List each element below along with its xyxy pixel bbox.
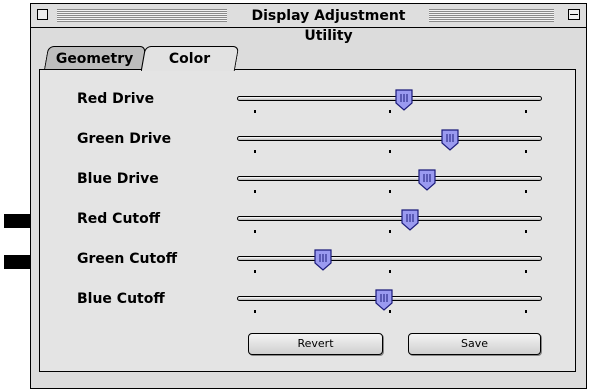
slider-track-green-drive[interactable] xyxy=(237,136,542,141)
slider-thumb-red-drive[interactable] xyxy=(395,89,413,111)
slider-tick-mark xyxy=(389,110,391,113)
revert-button[interactable]: Revert xyxy=(248,333,383,355)
slider-thumb-green-cutoff[interactable] xyxy=(314,249,333,271)
slider-track-blue-drive[interactable] xyxy=(237,176,542,181)
title-bar-stripes-right xyxy=(429,9,554,22)
slider-tick-mark xyxy=(254,110,256,113)
slider-tick-mark xyxy=(525,110,527,113)
window-title: Display Adjustment Utility xyxy=(231,6,426,44)
slider-tick-mark xyxy=(389,150,391,153)
tab-color-label: Color xyxy=(169,51,211,67)
slider-label-red-cutoff: Red Cutoff xyxy=(77,211,161,227)
slider-thumb-blue-cutoff[interactable] xyxy=(375,289,393,311)
slider-tick-mark xyxy=(525,270,527,273)
slider-track-green-cutoff[interactable] xyxy=(237,256,542,261)
slider-track-red-drive[interactable] xyxy=(237,96,542,101)
tab-color[interactable]: Color xyxy=(140,46,240,71)
slider-label-green-cutoff: Green Cutoff xyxy=(77,251,178,267)
slider-label-blue-drive: Blue Drive xyxy=(77,171,159,187)
collapse-box-icon[interactable] xyxy=(568,9,580,20)
slider-tick-mark xyxy=(525,190,527,193)
slider-tick-mark xyxy=(254,150,256,153)
slider-tick-mark xyxy=(254,190,256,193)
slider-tick-mark xyxy=(525,230,527,233)
tab-geometry-label: Geometry xyxy=(56,51,134,67)
title-bar[interactable]: Display Adjustment Utility xyxy=(31,4,586,44)
slider-label-red-drive: Red Drive xyxy=(77,91,155,107)
title-bar-stripes-left xyxy=(57,9,227,22)
slider-tick-mark xyxy=(389,270,391,273)
slider-tick-mark xyxy=(525,150,527,153)
slider-label-blue-cutoff: Blue Cutoff xyxy=(77,291,165,307)
close-box-icon[interactable] xyxy=(37,9,48,20)
slider-thumb-red-cutoff[interactable] xyxy=(400,209,419,231)
tab-geometry[interactable]: Geometry xyxy=(43,46,147,70)
slider-tick-mark xyxy=(525,310,527,313)
slider-tick-mark xyxy=(389,230,391,233)
slider-tick-mark xyxy=(254,270,256,273)
save-button[interactable]: Save xyxy=(408,333,541,355)
slider-label-green-drive: Green Drive xyxy=(77,131,172,147)
slider-tick-mark xyxy=(254,230,256,233)
slider-thumb-blue-drive[interactable] xyxy=(418,169,436,191)
slider-tick-mark xyxy=(254,310,256,313)
slider-thumb-green-drive[interactable] xyxy=(441,129,459,151)
slider-tick-mark xyxy=(389,190,391,193)
slider-track-red-cutoff[interactable] xyxy=(237,216,542,221)
